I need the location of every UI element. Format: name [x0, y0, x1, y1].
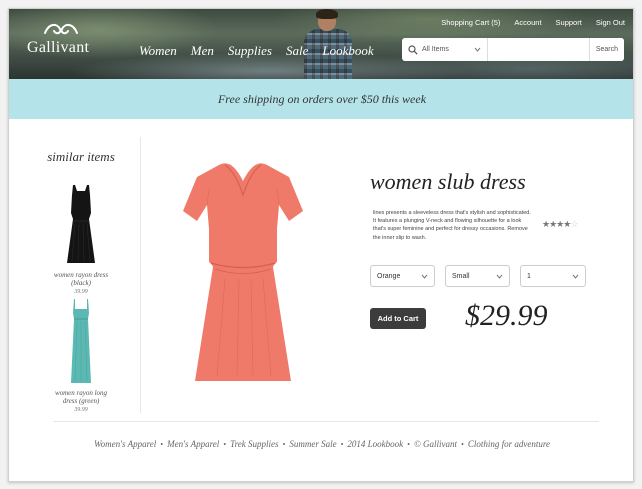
footer-link-summer-sale[interactable]: Summer Sale — [289, 439, 336, 449]
shopping-cart-link[interactable]: Shopping Cart (5) — [441, 18, 500, 27]
utility-nav: Shopping Cart (5) Account Support Sign O… — [441, 18, 625, 27]
quantity-select-value: 1 — [527, 272, 531, 280]
nav-lookbook[interactable]: Lookbook — [322, 43, 373, 59]
footer-separator: • — [340, 439, 344, 449]
footer-link-lookbook[interactable]: 2014 Lookbook — [347, 439, 403, 449]
nav-men[interactable]: Men — [191, 43, 214, 59]
similar-item-name-line1: women rayon dress — [53, 271, 109, 279]
search-icon — [408, 44, 418, 55]
similar-items-title: similar items — [47, 149, 115, 164]
similar-item[interactable]: women rayon dress (black) 39.99 — [27, 183, 135, 295]
star-outline-icon: ☆ — [570, 219, 578, 229]
rating-stars: ★★★★☆ — [542, 219, 578, 230]
similar-item-price: 39.99 — [74, 407, 88, 413]
green-dress-thumbnail[interactable] — [61, 297, 101, 385]
similar-items-sidebar: similar items women rayon dress (black) … — [27, 137, 141, 413]
search-bar: All Items Search — [402, 38, 624, 61]
black-dress-thumbnail[interactable] — [61, 183, 101, 265]
color-select-value: Orange — [377, 272, 401, 280]
footer-separator: • — [407, 439, 410, 449]
account-link[interactable]: Account — [514, 18, 541, 27]
nav-women[interactable]: Women — [139, 43, 177, 59]
header: Gallivant Women Men Supplies Sale Lookbo… — [9, 9, 633, 79]
search-category-select[interactable]: All Items — [422, 38, 488, 61]
search-category-label: All Items — [422, 46, 449, 53]
footer-separator: • — [282, 439, 286, 449]
footer-separator: • — [461, 439, 464, 449]
footer-link-womens-apparel[interactable]: Women's Apparel — [94, 439, 156, 449]
chevron-down-icon — [572, 274, 579, 279]
main-nav: Women Men Supplies Sale Lookbook — [139, 43, 374, 59]
chevron-down-icon — [421, 274, 428, 279]
footer-divider — [53, 421, 599, 422]
product-image — [183, 163, 303, 381]
chevron-down-icon — [496, 274, 503, 279]
search-input[interactable] — [488, 38, 589, 61]
color-select[interactable]: Orange — [370, 265, 435, 287]
size-select-value: Small — [452, 272, 470, 280]
footer-tagline: Clothing for adventure — [467, 439, 551, 449]
footer-link-trek-supplies[interactable]: Trek Supplies — [230, 439, 278, 449]
similar-item-name-line1: women rayon long — [54, 389, 108, 397]
footer: Women's Apparel • Men's Apparel • Trek S… — [9, 439, 633, 449]
promo-banner-text: Free shipping on orders over $50 this we… — [217, 91, 427, 106]
support-link[interactable]: Support — [556, 18, 582, 27]
promo-banner: Free shipping on orders over $50 this we… — [9, 79, 633, 119]
similar-item-name-line2: (black) — [71, 279, 91, 287]
similar-item-price: 39.99 — [74, 289, 88, 295]
sign-out-link[interactable]: Sign Out — [596, 18, 625, 27]
footer-link-mens-apparel[interactable]: Men's Apparel — [167, 439, 219, 449]
product-description: lines presents a sleeveless dress that's… — [373, 210, 531, 241]
nav-supplies[interactable]: Supplies — [228, 43, 272, 59]
nav-sale[interactable]: Sale — [286, 43, 308, 59]
footer-separator: • — [223, 439, 227, 449]
product-title: women slub dress — [370, 169, 526, 194]
similar-item-name-line2: dress (green) — [62, 397, 100, 405]
footer-copyright: © Gallivant — [413, 439, 458, 449]
page: Gallivant Women Men Supplies Sale Lookbo… — [8, 8, 634, 482]
leaf-logo-icon[interactable] — [43, 21, 79, 37]
footer-separator: • — [160, 439, 164, 449]
chevron-down-icon — [474, 47, 481, 52]
search-button[interactable]: Search — [588, 38, 624, 61]
product-price: $29.99 — [465, 299, 548, 332]
brand-name[interactable]: Gallivant — [27, 39, 89, 57]
add-to-cart-button[interactable]: Add to Cart — [370, 308, 426, 329]
quantity-select[interactable]: 1 — [520, 265, 586, 287]
similar-item[interactable]: women rayon long dress (green) 39.99 — [27, 297, 135, 413]
size-select[interactable]: Small — [445, 265, 510, 287]
